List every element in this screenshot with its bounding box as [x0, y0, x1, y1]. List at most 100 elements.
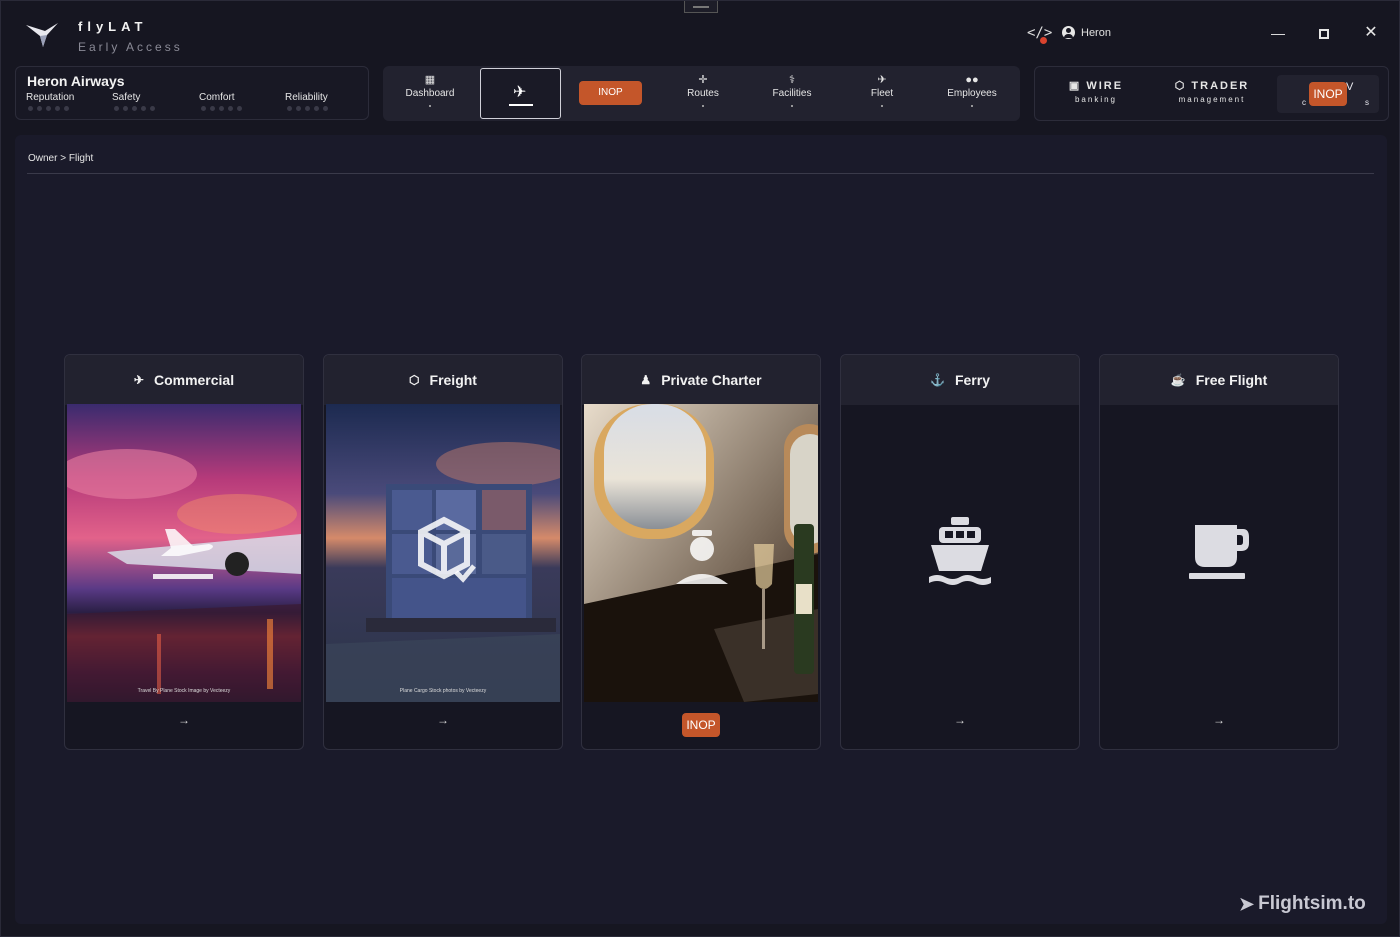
- nav-fleet[interactable]: ✈ Fleet: [857, 66, 907, 121]
- nav-inop-button[interactable]: INOP: [579, 81, 642, 105]
- watermark-text: Flightsim.to: [1258, 893, 1366, 914]
- metric-label: Reputation: [26, 92, 75, 103]
- airline-panel: Heron Airways Reputation Safety Comfort …: [15, 66, 369, 120]
- content-area: Owner > Flight ✈ Commercial Travel By Pl…: [15, 135, 1387, 924]
- card-header: ♟ Private Charter: [582, 355, 820, 405]
- nav-label: Facilities: [772, 88, 812, 99]
- ship-icon: ⚓: [930, 373, 945, 387]
- third-title: V: [1346, 81, 1354, 93]
- nav-label: Fleet: [870, 88, 894, 99]
- card-freight[interactable]: ⬡ Freight Plane Cargo Stock photos by Ve…: [323, 354, 563, 750]
- trader-management-link[interactable]: ⬡ TRADER management: [1171, 79, 1253, 104]
- breadcrumb: Owner > Flight: [28, 153, 93, 164]
- metric-label: Safety: [112, 92, 141, 103]
- close-button[interactable]: ✕: [1359, 21, 1383, 45]
- card-arrow-icon[interactable]: →: [841, 713, 1079, 727]
- airplane-icon: ✈: [513, 84, 527, 101]
- maximize-button[interactable]: [1312, 21, 1336, 45]
- jet-cabin-picture: [584, 404, 818, 702]
- card-arrow-icon[interactable]: →: [65, 713, 303, 727]
- user-name: Heron: [1081, 26, 1111, 39]
- card-title: Commercial: [153, 372, 235, 388]
- watermark: ➤ Flightsim.to: [1239, 893, 1366, 915]
- user-menu[interactable]: Heron: [1062, 26, 1111, 39]
- card-header: ✈ Commercial: [65, 355, 303, 405]
- breadcrumb-divider: [27, 173, 1374, 174]
- wire-title: WIRE: [1086, 80, 1124, 92]
- minimize-button[interactable]: —: [1266, 21, 1290, 45]
- brand-subtitle: Early Access: [78, 40, 183, 54]
- coffee-icon: ☕: [1170, 373, 1186, 387]
- paper-plane-icon: ➤: [1239, 893, 1255, 914]
- brand-name: flyLAT: [78, 19, 148, 34]
- facilities-icon: ⚕: [789, 74, 795, 86]
- card-title: Private Charter: [661, 372, 762, 388]
- services-inop-button[interactable]: INOP: [1309, 82, 1347, 106]
- card-title: Freight: [429, 372, 477, 388]
- third-subtitle-left: c: [1302, 98, 1306, 107]
- wire-banking-link[interactable]: ▣ WIRE banking: [1065, 79, 1127, 104]
- cargo-pallets-picture: [326, 404, 560, 702]
- users-icon: ●●: [965, 74, 979, 86]
- departure-icon: ✈: [133, 373, 144, 387]
- breadcrumb-current: Flight: [68, 153, 94, 164]
- card-private-charter[interactable]: ♟ Private Charter INOP: [581, 354, 821, 750]
- nav-flight-active[interactable]: ✈: [480, 68, 561, 119]
- card-ferry[interactable]: ⚓ Ferry →: [840, 354, 1080, 750]
- nav-label: Routes: [687, 88, 719, 99]
- signpost-icon: ✛: [698, 74, 708, 86]
- card-header: ☕ Free Flight: [1100, 355, 1338, 405]
- metric-comfort: Comfort: [199, 92, 242, 111]
- card-title: Ferry: [954, 372, 990, 388]
- third-subtitle-right: s: [1365, 98, 1369, 107]
- nav-label: Employees: [947, 88, 997, 99]
- card-commercial[interactable]: ✈ Commercial Travel By Plane Stock Image…: [64, 354, 304, 750]
- services-panel: ▣ WIRE banking ⬡ TRADER management V c s…: [1034, 66, 1389, 121]
- rating-dots: [28, 106, 74, 111]
- private-charter-image: [584, 404, 818, 702]
- commercial-image: Travel By Plane Stock Image by Vecteezy: [67, 404, 301, 702]
- metric-label: Comfort: [199, 92, 235, 103]
- trader-title: TRADER: [1191, 80, 1250, 92]
- box-icon: ⬡: [1174, 80, 1187, 92]
- image-credit: Plane Cargo Stock photos by Vecteezy: [399, 688, 487, 694]
- nav-dashboard[interactable]: ▦ Dashboard: [397, 66, 463, 121]
- nav-label: Dashboard: [405, 88, 455, 99]
- heron-logo-icon: [26, 23, 58, 47]
- card-arrow-icon[interactable]: →: [324, 713, 562, 727]
- main-nav: ▦ Dashboard ✈ INOP ✛ Routes ⚕ Facilities…: [383, 66, 1020, 121]
- airline-name: Heron Airways: [27, 73, 125, 89]
- card-header: ⚓ Ferry: [841, 355, 1079, 405]
- nav-employees[interactable]: ●● Employees: [939, 66, 1005, 121]
- image-credit: Travel By Plane Stock Image by Vecteezy: [137, 688, 231, 694]
- dashboard-icon: ▦: [424, 74, 436, 86]
- free-flight-coffee-icon: [1100, 523, 1338, 586]
- user-icon: [1062, 26, 1075, 39]
- app-window: flyLAT Early Access </> Heron — ✕ Heron …: [0, 0, 1400, 937]
- maximize-icon: [1319, 29, 1329, 40]
- rating-dots: [114, 106, 155, 111]
- card-title: Free Flight: [1195, 372, 1268, 388]
- rating-dots: [201, 106, 242, 111]
- wire-subtitle: banking: [1074, 95, 1118, 104]
- money-icon: ▣: [1068, 80, 1082, 92]
- ferry-ship-icon: [841, 515, 1079, 590]
- airplane-icon: ✈: [877, 74, 887, 86]
- freight-image: Plane Cargo Stock photos by Vecteezy: [326, 404, 560, 702]
- third-service-link[interactable]: V c s INOP: [1277, 75, 1379, 113]
- metric-reliability: Reliability: [285, 92, 328, 111]
- nav-facilities[interactable]: ⚕ Facilities: [763, 66, 821, 121]
- metric-label: Reliability: [285, 92, 328, 103]
- card-header: ⬡ Freight: [324, 355, 562, 405]
- metric-reputation: Reputation: [26, 92, 74, 111]
- breadcrumb-owner[interactable]: Owner: [28, 153, 57, 164]
- card-arrow-icon[interactable]: →: [1100, 713, 1338, 727]
- drag-handle[interactable]: [684, 1, 718, 13]
- card-inop-badge[interactable]: INOP: [682, 713, 720, 737]
- notification-dot: [1040, 37, 1047, 44]
- box-icon: ⬡: [409, 373, 420, 387]
- card-free-flight[interactable]: ☕ Free Flight →: [1099, 354, 1339, 750]
- sunset-runway-picture: [67, 404, 301, 702]
- trader-subtitle: management: [1178, 95, 1246, 104]
- nav-routes[interactable]: ✛ Routes: [675, 66, 731, 121]
